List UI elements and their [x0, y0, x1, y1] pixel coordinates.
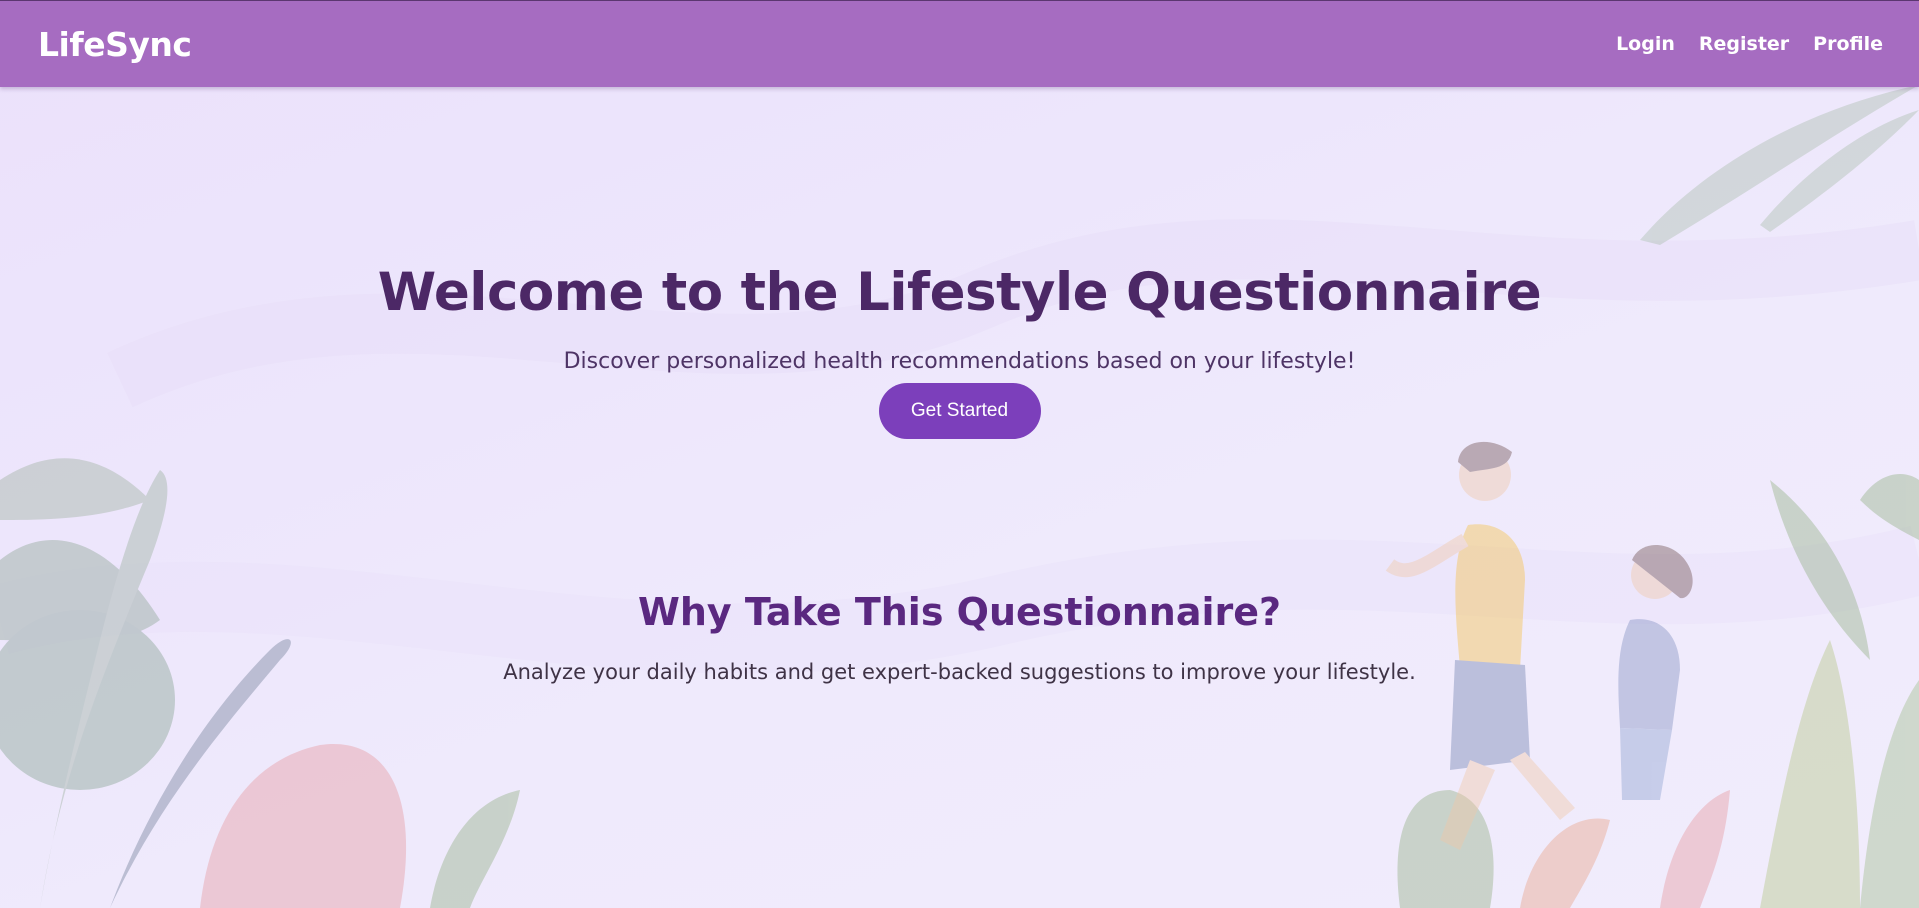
hero-title: Welcome to the Lifestyle Questionnaire — [377, 262, 1542, 323]
nav-link-register[interactable]: Register — [1699, 33, 1789, 55]
get-started-button[interactable]: Get Started — [878, 383, 1041, 439]
why-description: Analyze your daily habits and get expert… — [503, 660, 1416, 684]
nav-link-login[interactable]: Login — [1616, 33, 1675, 55]
brand-logo[interactable]: LifeSync — [38, 25, 192, 64]
hero-subtitle: Discover personalized health recommendat… — [563, 349, 1356, 374]
background-illustration — [0, 85, 1919, 908]
hero-section: Welcome to the Lifestyle Questionnaire D… — [0, 262, 1919, 439]
nav-links: Login Register Profile — [1616, 33, 1883, 55]
why-title: Why Take This Questionnaire? — [637, 590, 1282, 634]
why-section: Why Take This Questionnaire? Analyze you… — [0, 590, 1919, 684]
nav-link-profile[interactable]: Profile — [1813, 33, 1883, 55]
top-navbar: LifeSync Login Register Profile — [0, 0, 1919, 87]
leaf-icon — [1640, 85, 1919, 245]
